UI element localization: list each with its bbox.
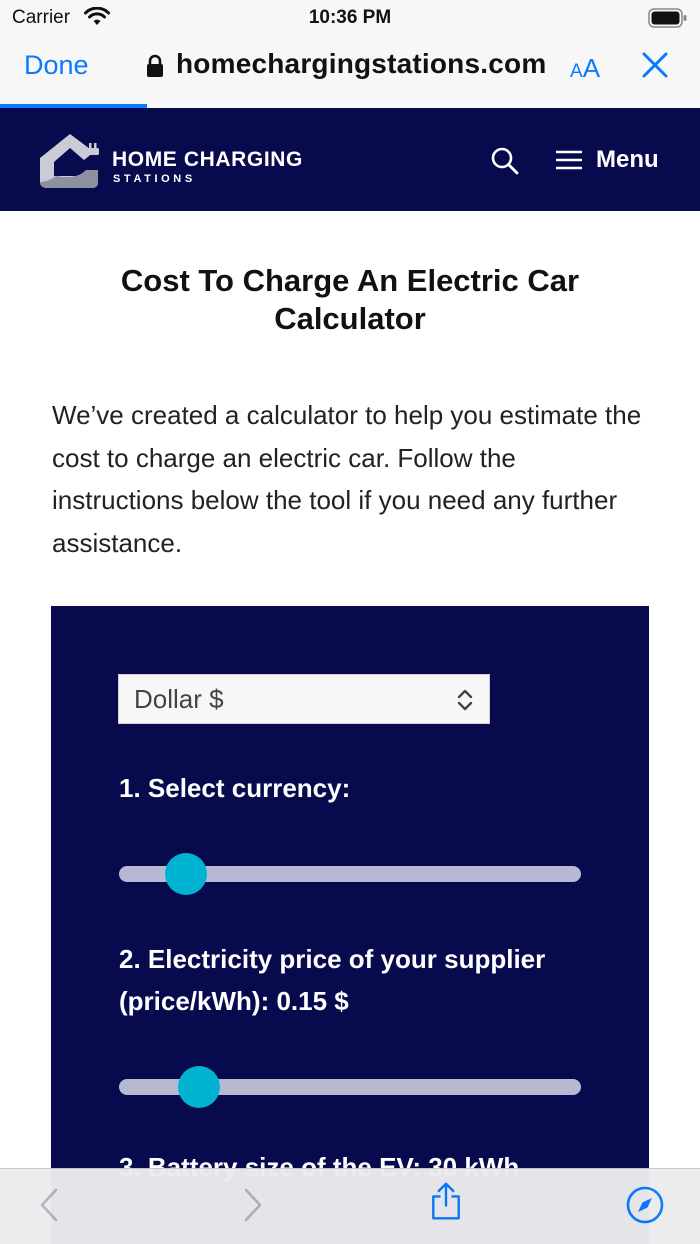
electricity-price-slider-thumb[interactable] [178, 1066, 220, 1108]
currency-select[interactable]: Dollar $ [118, 674, 490, 724]
cost-calculator: Dollar $ 1. Select currency: 2. Electric… [51, 606, 649, 1244]
text-size-large-label: A [582, 53, 601, 83]
done-button[interactable]: Done [24, 50, 89, 81]
page-title: Cost To Charge An Electric Car Calculato… [120, 263, 580, 336]
currency-slider[interactable] [119, 853, 581, 895]
site-header: HOME CHARGING STATIONS Menu [0, 108, 700, 211]
status-time: 10:36 PM [308, 7, 392, 28]
browser-toolbar [0, 1168, 700, 1244]
intro-paragraph: We’ve created a calculator to help you e… [52, 400, 642, 558]
logo-main-text: HOME CHARGING [112, 148, 303, 171]
electricity-price-label: 2. Electricity price of your supplier (p… [119, 944, 546, 1016]
house-plug-logo-icon[interactable] [36, 130, 102, 190]
forward-icon[interactable] [232, 1185, 272, 1225]
logo-sub-text: STATIONS [113, 173, 196, 185]
back-icon[interactable] [30, 1185, 70, 1225]
currency-slider-thumb[interactable] [165, 853, 207, 895]
battery-icon [648, 8, 687, 28]
share-icon[interactable] [426, 1181, 466, 1221]
text-size-button[interactable]: AA [570, 53, 600, 84]
url-text[interactable]: homechargingstations.com [176, 48, 546, 80]
select-chevrons-icon [457, 689, 473, 711]
hamburger-icon [556, 150, 582, 170]
currency-label: 1. Select currency: [119, 773, 351, 803]
close-icon[interactable] [640, 50, 670, 80]
lock-icon [147, 54, 163, 77]
electricity-price-slider[interactable] [119, 1066, 581, 1108]
currency-select-value: Dollar $ [134, 683, 224, 714]
menu-label: Menu [596, 146, 659, 173]
menu-button[interactable]: Menu [556, 144, 659, 176]
search-icon[interactable] [490, 146, 520, 176]
browser-address-bar: Done homechargingstations.com AA [0, 36, 700, 108]
text-size-small-label: A [570, 61, 583, 82]
compass-icon[interactable] [625, 1185, 665, 1225]
status-bar: Carrier 10:36 PM [0, 0, 700, 36]
